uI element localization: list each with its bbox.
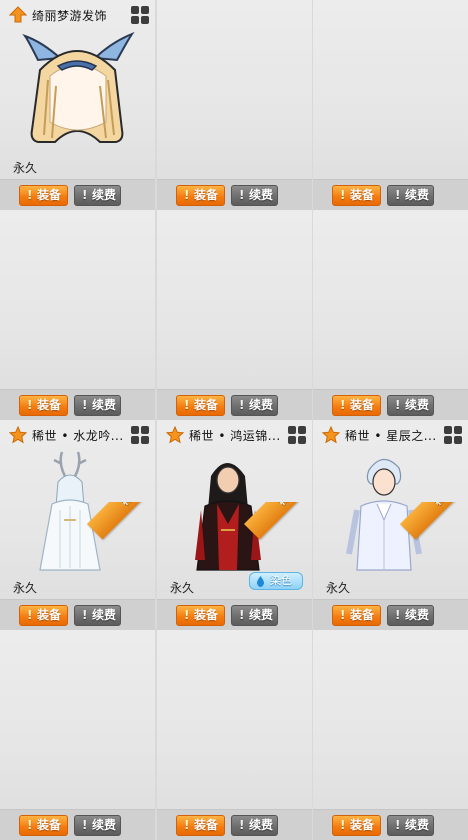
star-icon [9, 426, 27, 444]
action-bar: ! 装备 ! 续费 [157, 389, 312, 420]
grid-view-icon[interactable] [131, 6, 151, 26]
equip-button[interactable]: ! 装备 [332, 605, 381, 626]
equip-button[interactable]: ! 装备 [19, 815, 68, 836]
rare-ribbon: 稀世 [85, 502, 155, 572]
item-slot-2[interactable]: ! 装备 ! 续费 [157, 0, 312, 210]
item-header: 稀世 • 鸿运锦... [157, 420, 312, 450]
grid-view-icon[interactable] [131, 426, 151, 446]
renew-button[interactable]: ! 续费 [74, 185, 121, 206]
action-bar: ! 装备 ! 续费 [313, 599, 468, 630]
renew-button[interactable]: ! 续费 [231, 395, 278, 416]
duration-label: 永久 [13, 161, 38, 175]
rare-ribbon: 稀世 [398, 502, 468, 572]
renew-button[interactable]: ! 续费 [74, 815, 121, 836]
equip-button[interactable]: ! 装备 [332, 185, 381, 206]
renew-button[interactable]: ! 续费 [387, 815, 434, 836]
renew-button[interactable]: ! 续费 [231, 185, 278, 206]
action-bar: ! 装备 ! 续费 [157, 809, 312, 840]
grid-view-icon[interactable] [288, 426, 308, 446]
action-bar: ! 装备 ! 续费 [0, 599, 155, 630]
renew-button[interactable]: ! 续费 [231, 815, 278, 836]
item-slot-4[interactable]: ! 装备 ! 续费 [0, 210, 155, 420]
item-slot-11[interactable]: ! 装备 ! 续费 [157, 630, 312, 840]
item-title: 稀世 • 鸿运锦... [189, 429, 281, 443]
star-icon [322, 426, 340, 444]
item-slot-8[interactable]: 稀世 • 鸿运锦... 稀世 染色 永久 !装备 !续费 [157, 420, 312, 630]
rare-ribbon: 稀世 [242, 502, 312, 572]
renew-button[interactable]: ! 续费 [74, 395, 121, 416]
item-header: 绮丽梦游发饰 [0, 0, 155, 30]
equip-button[interactable]: ! 装备 [332, 815, 381, 836]
duration-label: 永久 [326, 581, 351, 595]
equip-button[interactable]: ! 装备 [332, 395, 381, 416]
item-slot-3[interactable]: ! 装备 ! 续费 [313, 0, 468, 210]
action-bar: ! 装备 ! 续费 [0, 179, 155, 210]
renew-button[interactable]: ! 续费 [387, 185, 434, 206]
equip-button[interactable]: ! 装备 [19, 605, 68, 626]
equip-button[interactable]: ! 装备 [176, 395, 225, 416]
equip-button[interactable]: ! 装备 [176, 815, 225, 836]
equip-button[interactable]: ! 装备 [176, 185, 225, 206]
item-slot-6[interactable]: ! 装备 ! 续费 [313, 210, 468, 420]
item-slot-1[interactable]: 绮丽梦游发饰 永久 ! 装备 ! 续费 [0, 0, 155, 210]
renew-button[interactable]: ! 续费 [74, 605, 121, 626]
action-bar: ! 装备 ! 续费 [157, 599, 312, 630]
item-title: 稀世 • 星辰之... [345, 429, 437, 443]
item-slot-5[interactable]: ! 装备 ! 续费 [157, 210, 312, 420]
renew-button[interactable]: ! 续费 [387, 395, 434, 416]
renew-button[interactable]: ! 续费 [231, 605, 278, 626]
action-bar: ! 装备 ! 续费 [0, 809, 155, 840]
grid-view-icon[interactable] [444, 426, 464, 446]
renew-button[interactable]: ! 续费 [387, 605, 434, 626]
water-drop-icon [256, 576, 265, 587]
item-slot-7[interactable]: 稀世 • 水龙吟... 稀世 永久 !装备 !续费 [0, 420, 155, 630]
duration-label: 永久 [13, 581, 38, 595]
equip-button[interactable]: ! 装备 [176, 605, 225, 626]
item-title: 绮丽梦游发饰 [32, 9, 108, 23]
item-slot-10[interactable]: ! 装备 ! 续费 [0, 630, 155, 840]
equip-button[interactable]: ! 装备 [19, 185, 68, 206]
item-header: 稀世 • 星辰之... [313, 420, 468, 450]
equip-button[interactable]: ! 装备 [19, 395, 68, 416]
item-slot-9[interactable]: 稀世 • 星辰之... 稀世 永久 !装备 !续费 [313, 420, 468, 630]
action-bar: ! 装备 ! 续费 [313, 179, 468, 210]
hair-accessory-portrait [22, 31, 135, 143]
item-grid: 绮丽梦游发饰 永久 !装备 !续费 !装备 !续费 !装备 !续费 [0, 0, 468, 840]
action-bar: ! 装备 ! 续费 [313, 389, 468, 420]
dye-badge[interactable]: 染色 [249, 572, 303, 590]
item-title: 稀世 • 水龙吟... [32, 429, 124, 443]
action-bar: ! 装备 ! 续费 [0, 389, 155, 420]
duration-label: 永久 [170, 581, 195, 595]
action-bar: ! 装备 ! 续费 [157, 179, 312, 210]
arrow-up-icon [9, 6, 27, 23]
star-icon [166, 426, 184, 444]
item-slot-12[interactable]: ! 装备 ! 续费 [313, 630, 468, 840]
item-header: 稀世 • 水龙吟... [0, 420, 155, 450]
action-bar: ! 装备 ! 续费 [313, 809, 468, 840]
